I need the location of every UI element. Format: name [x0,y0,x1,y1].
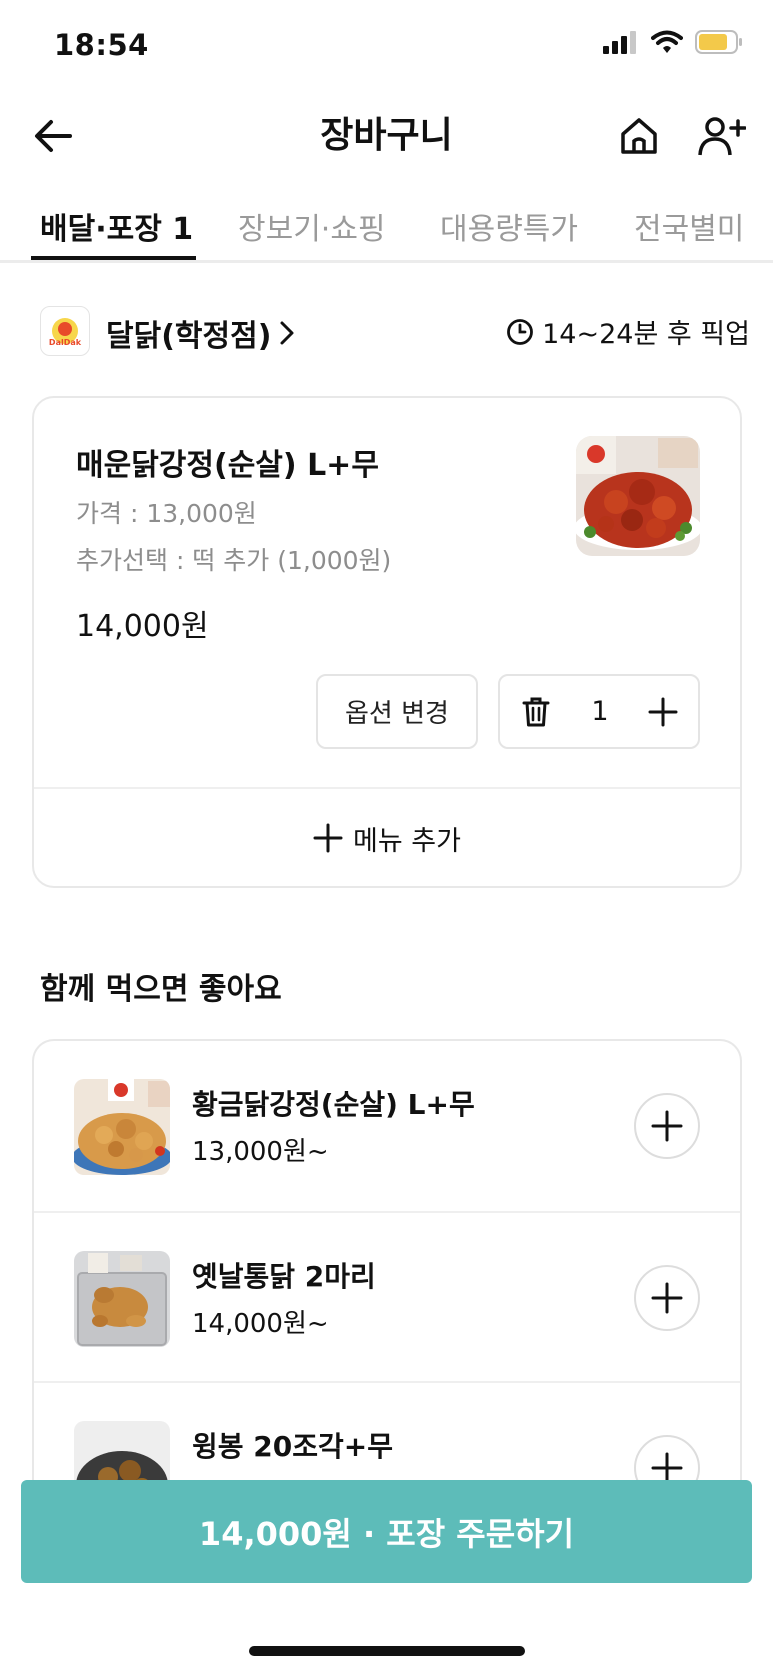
status-bar: 18:54 [0,0,773,90]
tab-grocery-shopping[interactable]: 장보기·쇼핑 [238,204,386,248]
recommend-item[interactable]: 옛날통닭 2마리 14,000원~ [34,1211,740,1381]
home-indicator [249,1646,525,1656]
battery-icon [695,30,743,58]
chevron-right-icon [280,321,294,345]
app-header: 장바구니 [0,95,773,175]
plus-icon [651,1110,683,1142]
cart-item-image [576,436,700,556]
add-friend-button[interactable] [694,111,750,161]
add-recommend-item-button[interactable] [634,1093,700,1159]
cart-item-option: 추가선택 : 떡 추가 (1,000원) [76,546,392,575]
delete-item-button[interactable] [516,692,556,732]
plus-icon [648,697,678,727]
clock-icon [507,318,534,345]
add-menu-label: 메뉴 추가 [353,825,461,857]
recommend-item-image [74,1251,170,1347]
add-user-icon [698,117,746,156]
quantity-stepper: 1 [498,674,700,749]
home-button[interactable] [614,111,664,161]
recommend-item[interactable]: 황금닭강정(순살) L+무 13,000원~ [34,1041,740,1211]
plus-icon [651,1282,683,1314]
store-row: DalDak 달닭(학정점) 14~24분 후 픽업 [40,306,750,356]
recommend-item-name: 황금닭강정(순살) L+무 [192,1088,475,1121]
order-button[interactable]: 14,000원 · 포장 주문하기 [21,1480,752,1583]
recommend-item-price: 14,000원~ [192,1309,329,1339]
active-tab-indicator [31,256,196,260]
recommend-section-title: 함께 먹으면 좋아요 [40,972,282,1007]
store-logo-text: DalDak [49,338,82,347]
tab-delivery-pickup[interactable]: 배달·포장 1 [40,204,193,248]
cellular-signal-icon [603,30,639,58]
category-tabs: 배달·포장 1 장보기·쇼핑 대용량특가 전국별미 [0,190,773,263]
tab-regional-specialties[interactable]: 전국별미 [634,204,744,248]
pickup-info: 14~24분 후 픽업 [506,312,750,351]
status-icons [603,30,743,58]
increase-quantity-button[interactable] [643,692,683,732]
recommend-item-name: 윙봉 20조각+무 [192,1430,393,1463]
recommend-item-price: 13,000원~ [192,1137,329,1167]
recommend-item-name: 옛날통닭 2마리 [192,1260,376,1293]
trash-icon [522,697,550,727]
quantity-value: 1 [591,696,609,727]
home-icon [621,118,657,154]
store-logo: DalDak [40,306,90,356]
cart-item-price: 가격 : 13,000원 [76,499,257,528]
store-name: 달닭(학정점) [106,319,272,354]
add-menu-button[interactable]: 메뉴 추가 [34,790,740,886]
wifi-icon [651,30,683,58]
pickup-time: 14~24분 후 픽업 [542,319,750,350]
card-divider [34,787,740,789]
add-recommend-item-button[interactable] [634,1265,700,1331]
cart-item-card: 매운닭강정(순살) L+무 가격 : 13,000원 추가선택 : 떡 추가 (… [32,396,742,888]
cart-item-total: 14,000원 [76,609,209,644]
change-option-button[interactable]: 옵션 변경 [316,674,478,749]
tab-bulk-deals[interactable]: 대용량특가 [440,204,578,248]
cart-item-name: 매운닭강정(순살) L+무 [76,448,379,483]
status-time: 18:54 [54,28,149,62]
recommend-item-image [74,1079,170,1175]
store-name-link[interactable]: 달닭(학정점) [106,311,295,355]
plus-icon [313,823,343,853]
